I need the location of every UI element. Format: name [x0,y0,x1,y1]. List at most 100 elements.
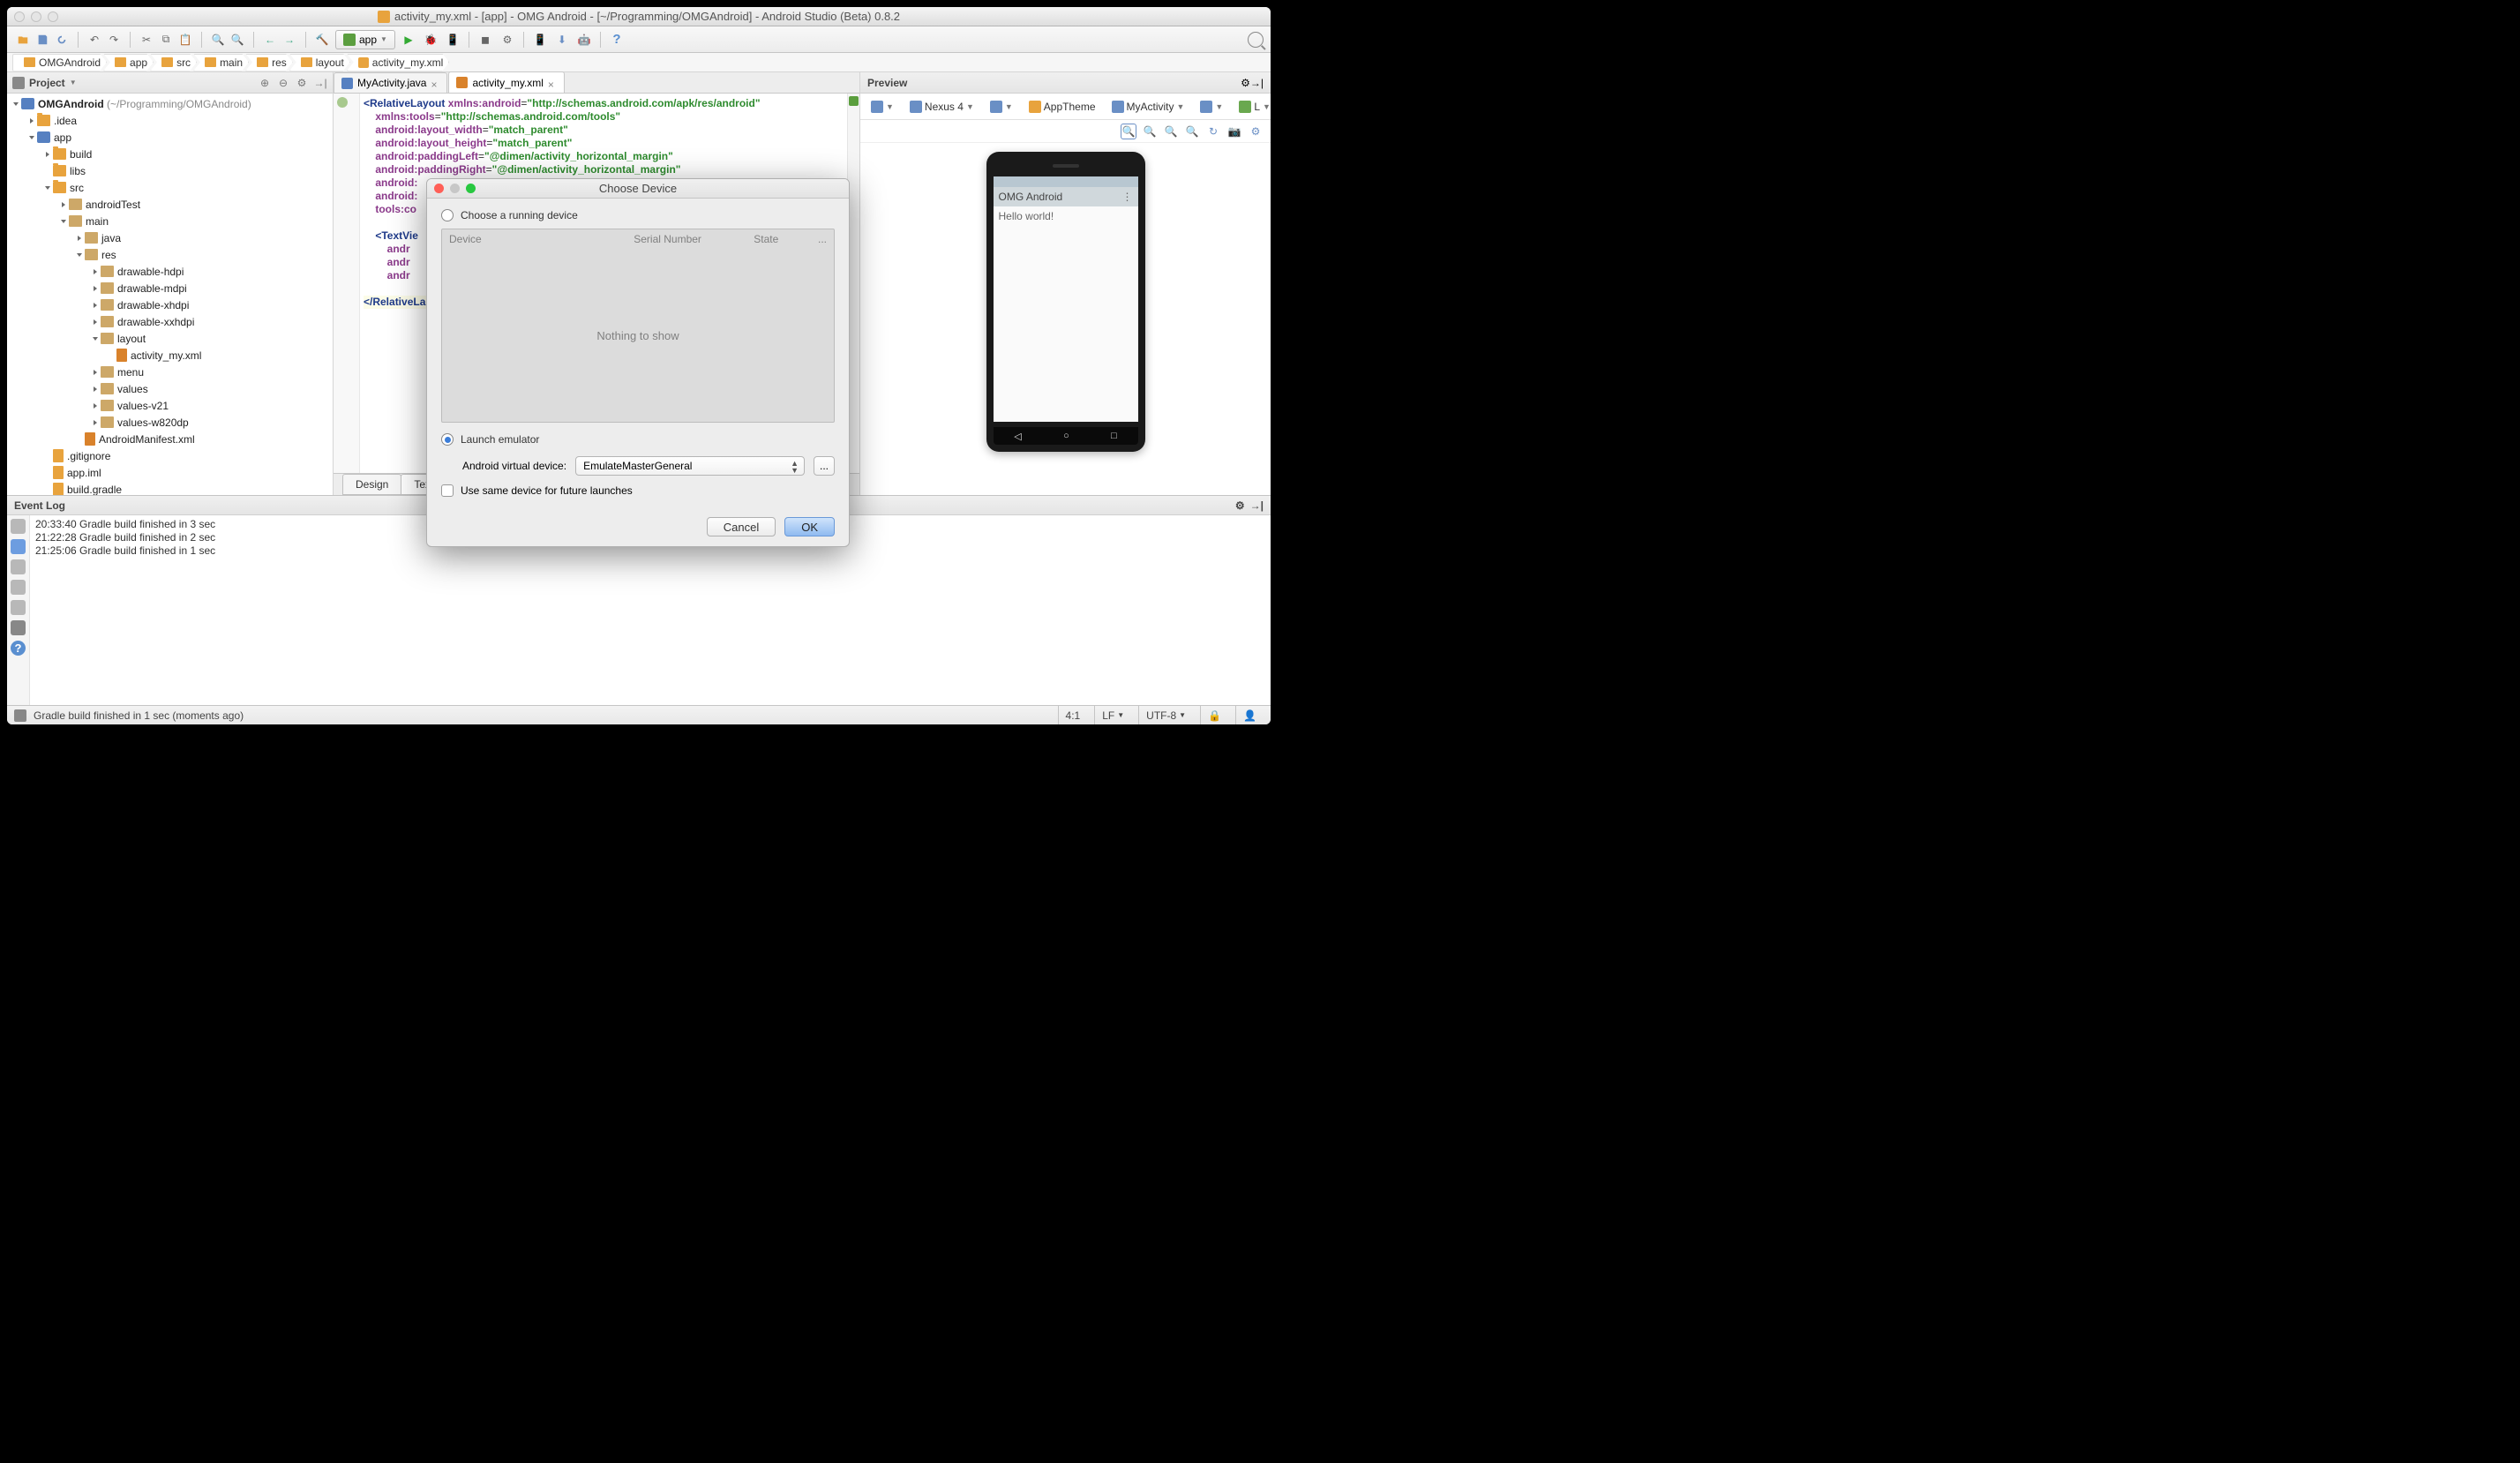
api-dropdown[interactable]: L▼ [1234,98,1271,116]
avd-more-button[interactable]: ... [814,456,835,476]
hector-icon[interactable]: 👤 [1235,706,1264,724]
filter-icon[interactable] [11,559,26,574]
tree-node[interactable]: activity_my.xml [7,347,333,364]
settings-icon[interactable]: ⚙ [1248,124,1264,139]
crumb-main[interactable]: main [193,54,249,71]
tree-node[interactable]: androidTest [7,196,333,213]
scroll-end-icon[interactable] [11,600,26,615]
tree-node[interactable]: src [7,179,333,196]
tree-node[interactable]: .idea [7,112,333,129]
balloon-icon[interactable] [11,519,26,534]
orientation-dropdown[interactable]: ▼ [985,98,1018,116]
crumb-src[interactable]: src [150,54,197,71]
refresh-icon[interactable]: ↻ [1205,124,1221,139]
tree-node[interactable]: java [7,229,333,246]
radio-running-device[interactable]: Choose a running device [441,209,835,221]
preview-canvas[interactable]: OMG Android ⋮ Hello world! ◁ ○ □ [860,143,1271,495]
cut-icon[interactable]: ✂ [138,31,155,49]
minimize-window-icon[interactable] [31,11,41,22]
crumb-file[interactable]: activity_my.xml [347,54,449,71]
zoom-in-icon[interactable]: 🔍 [1163,124,1179,139]
crumb-res[interactable]: res [245,54,293,71]
build-icon[interactable]: 🔨 [313,31,331,49]
tree-node[interactable]: values-w820dp [7,414,333,431]
help-icon[interactable]: ? [11,641,26,656]
undo-icon[interactable]: ↶ [86,31,103,49]
tree-node[interactable]: values-v21 [7,397,333,414]
save-icon[interactable] [34,31,51,49]
tree-node[interactable]: layout [7,330,333,347]
info-icon[interactable] [11,539,26,554]
zoom-actual-icon[interactable]: 🔍 [1142,124,1158,139]
redo-icon[interactable]: ↷ [105,31,123,49]
tree-node[interactable]: app.iml [7,464,333,481]
stop-icon[interactable]: ◼ [476,31,494,49]
search-icon[interactable] [1248,32,1264,48]
find-icon[interactable]: 🔍 [209,31,227,49]
close-window-icon[interactable] [14,11,25,22]
copy-icon[interactable]: ⧉ [157,31,175,49]
gear-icon[interactable]: ⚙ [1235,499,1245,512]
zoom-window-icon[interactable] [48,11,58,22]
hide-icon[interactable]: →| [1250,77,1264,89]
reuse-device-checkbox[interactable]: Use same device for future launches [441,484,835,497]
design-tab[interactable]: Design [342,474,401,495]
tree-node[interactable]: drawable-xxhdpi [7,313,333,330]
tree-node[interactable]: menu [7,364,333,380]
open-icon[interactable] [14,31,32,49]
attach-icon[interactable]: 📱 [444,31,461,49]
gear-icon[interactable]: ⚙ [1241,77,1250,89]
tree-node[interactable]: drawable-hdpi [7,263,333,280]
scroll-icon[interactable]: ⊖ [276,76,290,90]
forward-icon[interactable]: → [281,31,298,49]
trash-icon[interactable] [11,620,26,635]
lock-icon[interactable]: 🔒 [1200,706,1228,724]
tree-node[interactable]: AndroidManifest.xml [7,431,333,447]
locale-dropdown[interactable]: ▼ [1195,98,1228,116]
editor-tab[interactable]: activity_my.xml× [448,71,564,93]
tree-node[interactable]: app [7,129,333,146]
hide-icon[interactable]: →| [1250,499,1264,512]
tree-node[interactable]: .gitignore [7,447,333,464]
cancel-button[interactable]: Cancel [707,517,776,536]
device-dropdown[interactable]: Nexus 4▼ [904,98,979,116]
crumb-root[interactable]: OMGAndroid [12,54,107,71]
close-icon[interactable]: × [548,79,557,87]
replace-icon[interactable]: 🔍 [229,31,246,49]
zoom-fit-icon[interactable]: 🔍 [1121,124,1136,139]
ok-button[interactable]: OK [784,517,835,536]
caret-position[interactable]: 4:1 [1058,706,1088,724]
line-separator[interactable]: LF▼ [1094,706,1131,724]
status-icon[interactable] [14,709,26,722]
theme-dropdown[interactable]: AppTheme [1024,98,1101,116]
soft-wrap-icon[interactable] [11,580,26,595]
debug-icon[interactable]: 🐞 [422,31,439,49]
radio-icon[interactable] [441,209,454,221]
dialog-close-icon[interactable] [434,184,444,193]
sdk-icon[interactable]: ⬇ [553,31,571,49]
tree-node[interactable]: values [7,380,333,397]
dialog-zoom-icon[interactable] [466,184,476,193]
radio-icon[interactable] [441,433,454,446]
device-table[interactable]: Device Serial Number State ... Nothing t… [441,229,835,423]
avd-icon[interactable]: 📱 [531,31,549,49]
editor-tab[interactable]: MyActivity.java× [334,72,447,93]
gradle-icon[interactable]: ⚙ [499,31,516,49]
collapse-icon[interactable]: ⊕ [258,76,272,90]
checkbox-icon[interactable] [441,484,454,497]
tree-node[interactable]: build.gradle [7,481,333,495]
tree-node[interactable]: build [7,146,333,162]
paste-icon[interactable]: 📋 [176,31,194,49]
tree-root[interactable]: OMGAndroid (~/Programming/OMGAndroid) [7,95,333,112]
gear-icon[interactable]: ⚙ [295,76,309,90]
tree-node[interactable]: drawable-xhdpi [7,296,333,313]
sync-icon[interactable] [53,31,71,49]
back-icon[interactable]: ← [261,31,279,49]
tree-node[interactable]: libs [7,162,333,179]
avd-select[interactable]: EmulateMasterGeneral ▲▼ [575,456,805,476]
gutter-marker-icon[interactable] [337,97,348,108]
activity-dropdown[interactable]: MyActivity▼ [1106,98,1190,116]
help-icon[interactable]: ? [608,31,626,49]
crumb-app[interactable]: app [103,54,154,71]
run-config-selector[interactable]: app ▼ [335,30,395,49]
